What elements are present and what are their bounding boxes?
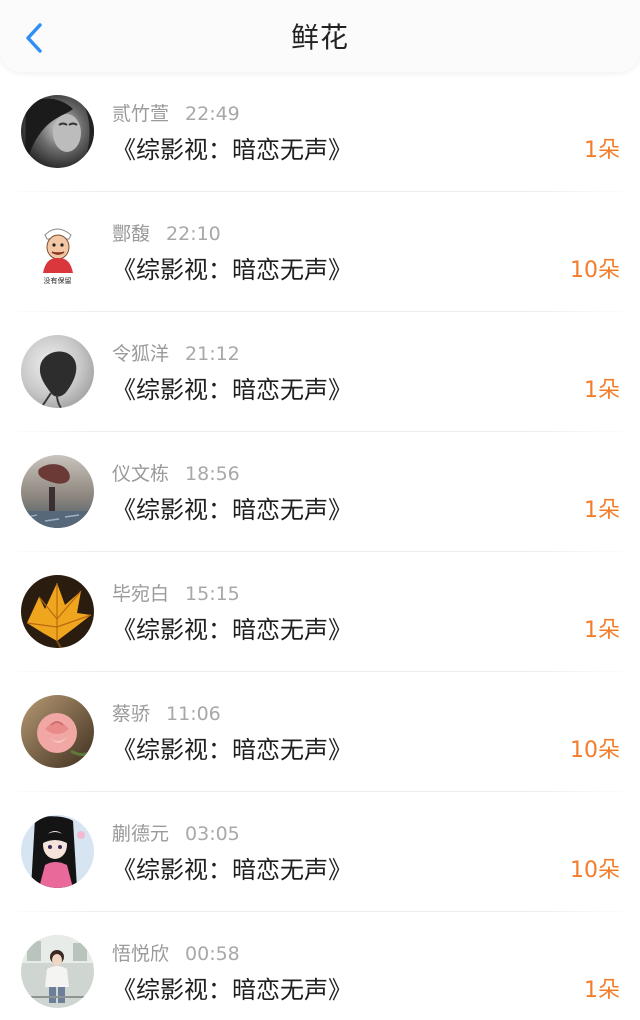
list-item[interactable]: 令狐洋 21:12 《综影视：暗恋无声》 1朵 <box>0 312 640 432</box>
book-title: 《综影视：暗恋无声》 <box>112 856 352 884</box>
sender-meta: 贰竹萱 22:49 <box>112 101 240 127</box>
list-item[interactable]: 仪文栋 18:56 《综影视：暗恋无声》 1朵 <box>0 432 640 552</box>
sender-meta: 令狐洋 21:12 <box>112 341 240 367</box>
avatar[interactable] <box>21 455 94 528</box>
book-title: 《综影视：暗恋无声》 <box>112 136 352 164</box>
sent-time: 21:12 <box>185 343 240 365</box>
sender-meta: 酆馥 22:10 <box>112 221 221 247</box>
flower-count: 1朵 <box>584 978 620 1003</box>
sender-name: 酆馥 <box>112 223 151 245</box>
top-nav-bar: 鲜花 <box>0 0 640 72</box>
flower-count: 1朵 <box>584 378 620 403</box>
sender-name: 蒯德元 <box>112 823 170 845</box>
flower-count: 10朵 <box>570 858 620 883</box>
sent-time: 11:06 <box>166 703 221 725</box>
sender-name: 悟悦欣 <box>112 943 170 965</box>
sender-name: 令狐洋 <box>112 343 170 365</box>
sender-meta: 悟悦欣 00:58 <box>112 941 240 967</box>
flower-count: 10朵 <box>570 258 620 283</box>
flower-gift-list-screen: 鲜花 贰竹萱 22:49 《综影视：暗恋无声》 1朵 没有保留 酆馥 22:10… <box>0 0 640 1020</box>
book-title: 《综影视：暗恋无声》 <box>112 616 352 644</box>
page-title: 鲜花 <box>290 21 349 54</box>
book-title: 《综影视：暗恋无声》 <box>112 976 352 1004</box>
list-item[interactable]: 蒯德元 03:05 《综影视：暗恋无声》 10朵 <box>0 792 640 912</box>
list-item[interactable]: 蔡骄 11:06 《综影视：暗恋无声》 10朵 <box>0 672 640 792</box>
sender-name: 仪文栋 <box>112 463 170 485</box>
book-title: 《综影视：暗恋无声》 <box>112 496 352 524</box>
sender-name: 贰竹萱 <box>112 103 170 125</box>
sent-time: 22:10 <box>166 223 221 245</box>
flower-count: 1朵 <box>584 138 620 163</box>
avatar[interactable] <box>21 695 94 768</box>
avatar-caption: 没有保留 <box>44 276 72 285</box>
book-title: 《综影视：暗恋无声》 <box>112 256 352 284</box>
book-title: 《综影视：暗恋无声》 <box>112 376 352 404</box>
sender-meta: 仪文栋 18:56 <box>112 461 240 487</box>
flower-count: 10朵 <box>570 738 620 763</box>
sender-meta: 蔡骄 11:06 <box>112 701 221 727</box>
list-item[interactable]: 悟悦欣 00:58 《综影视：暗恋无声》 1朵 <box>0 912 640 1020</box>
sent-time: 18:56 <box>185 463 240 485</box>
sender-meta: 毕宛白 15:15 <box>112 581 240 607</box>
flower-count: 1朵 <box>584 618 620 643</box>
flower-count: 1朵 <box>584 498 620 523</box>
sender-name: 蔡骄 <box>112 703 151 725</box>
gift-list: 贰竹萱 22:49 《综影视：暗恋无声》 1朵 没有保留 酆馥 22:10 《综… <box>0 72 640 1020</box>
sent-time: 22:49 <box>185 103 240 125</box>
avatar[interactable] <box>21 935 94 1008</box>
avatar[interactable] <box>21 335 94 408</box>
sender-name: 毕宛白 <box>112 583 170 605</box>
list-item[interactable]: 没有保留 酆馥 22:10 《综影视：暗恋无声》 10朵 <box>0 192 640 312</box>
avatar[interactable] <box>21 575 94 648</box>
list-item[interactable]: 贰竹萱 22:49 《综影视：暗恋无声》 1朵 <box>0 72 640 192</box>
book-title: 《综影视：暗恋无声》 <box>112 736 352 764</box>
list-item[interactable]: 毕宛白 15:15 《综影视：暗恋无声》 1朵 <box>0 552 640 672</box>
sent-time: 03:05 <box>185 823 240 845</box>
sender-meta: 蒯德元 03:05 <box>112 821 240 847</box>
sent-time: 00:58 <box>185 943 240 965</box>
sent-time: 15:15 <box>185 583 240 605</box>
avatar[interactable] <box>21 815 94 888</box>
avatar[interactable]: 没有保留 <box>21 215 94 288</box>
avatar[interactable] <box>21 95 94 168</box>
